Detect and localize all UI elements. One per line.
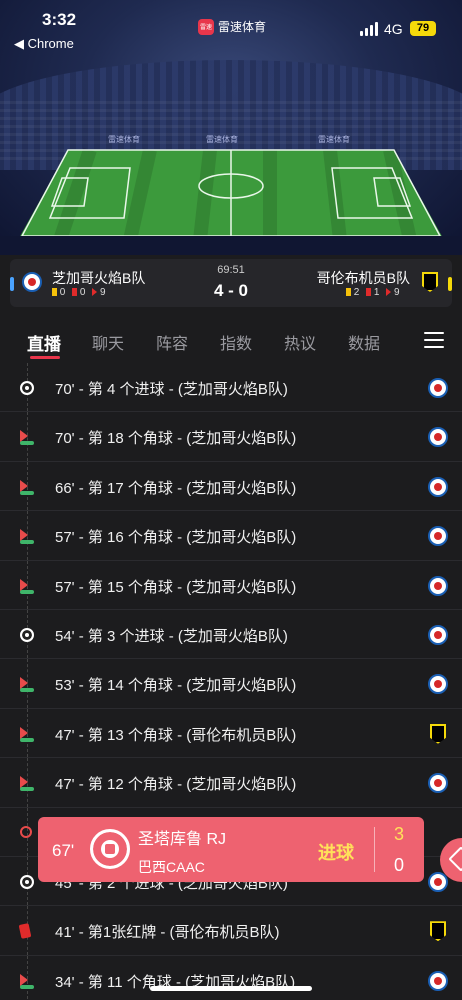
battery-icon: 79 bbox=[410, 21, 436, 36]
event-row: 70' - 第 4 个进球 - (芝加哥火焰B队) bbox=[0, 363, 462, 413]
event-text: 70' - 第 4 个进球 - (芝加哥火焰B队) bbox=[55, 381, 288, 398]
home-indicator[interactable] bbox=[150, 986, 312, 991]
goal-score-top: 3 bbox=[394, 824, 405, 844]
event-row: 66' - 第 17 个角球 - (芝加哥火焰B队) bbox=[0, 461, 462, 512]
event-text: 41' - 第1张红牌 - (哥伦布机员B队) bbox=[55, 924, 280, 942]
event-row: 53' - 第 14 个角球 - (芝加哥火焰B队) bbox=[0, 659, 462, 709]
red-card-icon bbox=[18, 923, 32, 940]
ad-board-center: 雷速体育 bbox=[206, 135, 238, 144]
event-text: 54' - 第 3 个进球 - (芝加哥火焰B队) bbox=[55, 627, 288, 645]
corner-icon bbox=[20, 529, 28, 542]
home-team-logo-icon bbox=[428, 674, 448, 695]
event-row: 57' - 第 16 个角球 - (芝加哥火焰B队) bbox=[0, 511, 462, 561]
scoreboard[interactable]: 芝加哥火焰B队 哥伦布机员B队 0 0 9 2 1 9 69:51 4 - 0 bbox=[10, 259, 452, 307]
back-to-app-link[interactable]: ◀ Chrome bbox=[14, 36, 74, 52]
corner-icon bbox=[20, 776, 28, 789]
corner-icon bbox=[20, 726, 28, 739]
goal-scorer-team: 圣塔库鲁 RJ bbox=[138, 831, 227, 848]
event-text: 53' - 第 14 个角球 - (芝加哥火焰B队) bbox=[55, 677, 297, 695]
match-clock: 69:51 bbox=[217, 264, 245, 276]
home-team-logo-icon bbox=[428, 575, 448, 596]
goal-icon bbox=[20, 381, 34, 395]
app-brand: 雷速 雷速体育 bbox=[198, 18, 266, 35]
corner-icon bbox=[20, 479, 28, 492]
event-row: 57' - 第 15 个角球 - (芝加哥火焰B队) bbox=[0, 560, 462, 610]
tab-discussion[interactable]: 热议 bbox=[284, 330, 316, 354]
corner-icon bbox=[20, 973, 28, 986]
home-team-logo-icon bbox=[428, 970, 448, 991]
status-bar: 3:32 ◀ Chrome 雷速 雷速体育 4G 79 bbox=[0, 0, 462, 58]
away-team-logo-icon bbox=[430, 723, 446, 744]
popup-divider bbox=[374, 827, 375, 872]
app-logo-icon: 雷速 bbox=[198, 18, 214, 35]
event-row: 47' - 第 12 个角球 - (芝加哥火焰B队) bbox=[0, 758, 462, 808]
event-text: 47' - 第 13 个角球 - (哥伦布机员B队) bbox=[55, 726, 297, 744]
event-text: 57' - 第 16 个角球 - (芝加哥火焰B队) bbox=[55, 529, 297, 547]
tab-data[interactable]: 数据 bbox=[348, 330, 380, 354]
home-team-logo-icon bbox=[428, 427, 448, 448]
tab-lineup[interactable]: 阵容 bbox=[156, 330, 188, 354]
goal-notification[interactable]: 67' 圣塔库鲁 RJ 巴西CAAC 进球 3 0 bbox=[38, 817, 424, 882]
home-team-logo-icon bbox=[428, 526, 448, 547]
tab-chat[interactable]: 聊天 bbox=[92, 330, 124, 354]
corner-icon bbox=[20, 430, 28, 443]
active-tab-indicator bbox=[30, 356, 60, 359]
signal-icon bbox=[360, 22, 378, 36]
soccer-ball-icon bbox=[90, 829, 130, 869]
tab-bar: 直播 聊天 阵容 指数 热议 数据 bbox=[0, 320, 462, 362]
event-text: 57' - 第 15 个角球 - (芝加哥火焰B队) bbox=[55, 578, 297, 596]
event-row: 41' - 第1张红牌 - (哥伦布机员B队) bbox=[0, 906, 462, 956]
goal-opponent-team: 巴西CAAC bbox=[138, 859, 205, 875]
event-text: 70' - 第 18 个角球 - (芝加哥火焰B队) bbox=[55, 430, 297, 448]
whistle-icon bbox=[20, 825, 32, 838]
away-team-logo-icon bbox=[430, 921, 446, 942]
clock: 3:32 bbox=[42, 10, 77, 29]
event-row: 54' - 第 3 个进球 - (芝加哥火焰B队) bbox=[0, 609, 462, 660]
event-row: 34' - 第 11 个角球 - (芝加哥火焰B队) bbox=[0, 955, 462, 1000]
goal-score-bottom: 0 bbox=[394, 855, 405, 875]
home-team-logo-icon bbox=[428, 773, 448, 794]
goal-icon bbox=[20, 627, 34, 642]
event-timeline: 70' - 第 4 个进球 - (芝加哥火焰B队) 70' - 第 18 个角球 … bbox=[0, 363, 462, 1000]
goal-icon bbox=[20, 874, 34, 889]
match-score: 4 - 0 bbox=[213, 281, 249, 300]
event-row: 47' - 第 13 个角球 - (哥伦布机员B队) bbox=[0, 708, 462, 759]
home-team-logo-icon bbox=[428, 476, 448, 497]
ad-board-left: 雷速体育 bbox=[108, 135, 140, 144]
event-text: 66' - 第 17 个角球 - (芝加哥火焰B队) bbox=[55, 479, 297, 497]
event-row: 70' - 第 18 个角球 - (芝加哥火焰B队) bbox=[0, 412, 462, 462]
goal-minute: 67' bbox=[52, 841, 75, 860]
menu-icon[interactable] bbox=[424, 332, 444, 348]
network-type: 4G bbox=[384, 21, 403, 37]
tab-odds[interactable]: 指数 bbox=[220, 330, 252, 354]
goal-label: 进球 bbox=[318, 843, 354, 863]
home-team-logo-icon bbox=[428, 378, 448, 398]
event-text: 47' - 第 12 个角球 - (芝加哥火焰B队) bbox=[55, 776, 297, 794]
corner-icon bbox=[20, 677, 28, 690]
app-name: 雷速体育 bbox=[218, 20, 267, 34]
ad-board-right: 雷速体育 bbox=[318, 135, 350, 144]
tab-live[interactable]: 直播 bbox=[27, 330, 61, 355]
home-team-logo-icon bbox=[428, 624, 448, 645]
corner-icon bbox=[20, 578, 28, 591]
